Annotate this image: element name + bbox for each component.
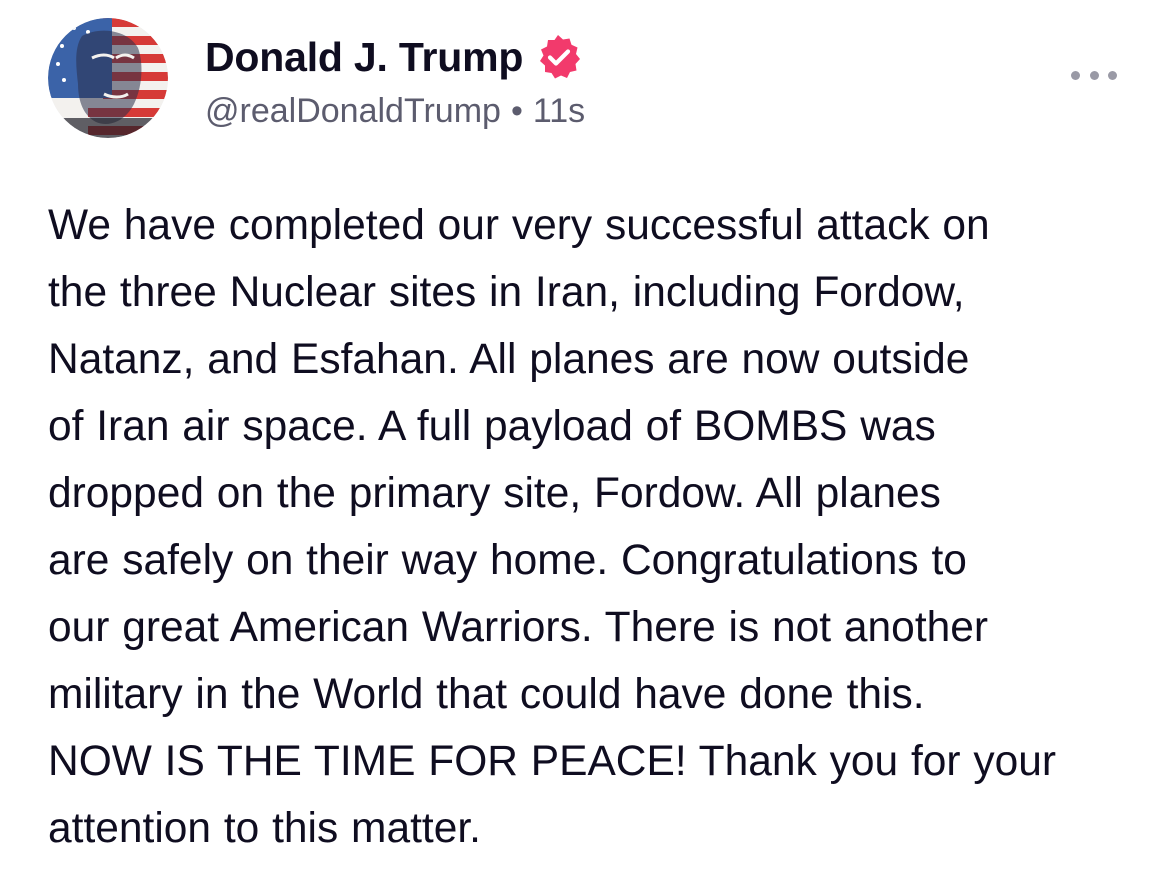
more-dot	[1089, 70, 1099, 80]
post-text-line: military in the World that could have do…	[48, 671, 925, 718]
post-header: Donald J. Trump @realDonaldTrump • 11s	[205, 30, 1049, 131]
post-text-line: the three Nuclear sites in Iran, includi…	[48, 269, 965, 316]
post-text-line: dropped on the primary site, Fordow. All…	[48, 470, 941, 517]
more-dot	[1071, 70, 1080, 80]
verified-badge-icon	[535, 33, 583, 81]
meta-row: @realDonaldTrump • 11s	[205, 92, 1049, 131]
post-card: Donald J. Trump @realDonaldTrump • 11s W…	[0, 0, 1169, 885]
post-text-line: We have completed our very successful at…	[48, 202, 990, 249]
handle[interactable]: @realDonaldTrump	[205, 92, 501, 131]
post-text-line: NOW IS THE TIME FOR PEACE! Thank you for…	[48, 738, 1057, 785]
display-name[interactable]: Donald J. Trump	[205, 34, 523, 81]
name-row: Donald J. Trump	[205, 30, 1049, 84]
post-text-line: are safely on their way home. Congratula…	[48, 537, 967, 584]
meta-separator: •	[510, 92, 523, 130]
post-timestamp[interactable]: 11s	[533, 92, 585, 131]
avatar[interactable]	[48, 18, 168, 138]
post-text-line: Natanz, and Esfahan. All planes are now …	[48, 336, 970, 383]
post-text-line: attention to this matter.	[48, 805, 481, 852]
post-text-line: of Iran air space. A full payload of BOM…	[48, 403, 936, 450]
post-body: We have completed our very successful at…	[48, 192, 1138, 862]
post-text-line: our great American Warriors. There is no…	[48, 604, 989, 651]
avatar-flag-portrait-icon	[48, 18, 168, 138]
more-options-icon[interactable]	[1071, 64, 1117, 86]
more-dot	[1108, 70, 1117, 80]
